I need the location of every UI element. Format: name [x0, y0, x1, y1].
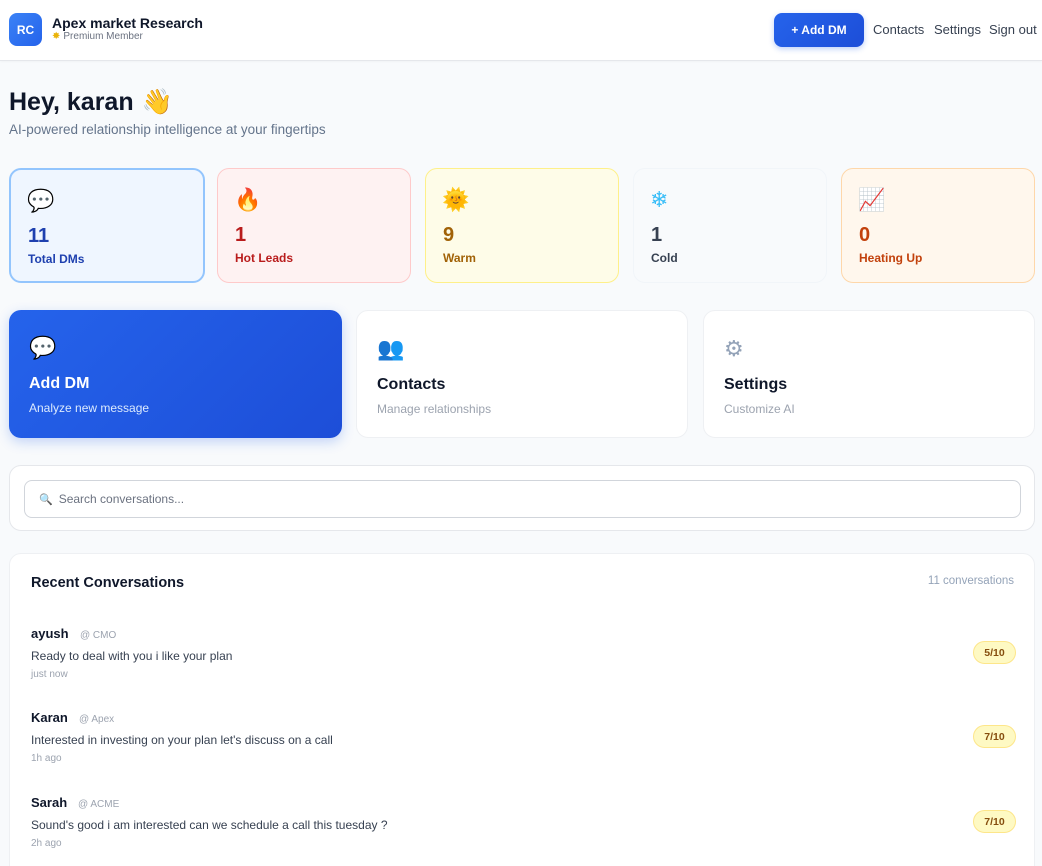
add-dm-action-card[interactable]: 💬 Add DM Analyze new message — [9, 310, 342, 438]
action-subtitle: Analyze new message — [29, 401, 150, 415]
conversation-item[interactable]: Karan @ Apex Interested in investing on … — [31, 710, 1016, 780]
stat-card-total-dms[interactable]: 💬 11 Total DMs — [9, 168, 205, 283]
action-subtitle: Customize AI — [724, 402, 795, 416]
conversation-item[interactable]: ayush @ CMO Ready to deal with you i lik… — [31, 626, 1016, 696]
stat-value: 9 — [443, 224, 455, 246]
search-icon: 🔍 — [39, 493, 53, 506]
message-time: just now — [31, 669, 68, 680]
stat-value: 0 — [859, 224, 871, 246]
star-icon: ✸ — [52, 31, 61, 42]
action-title: Add DM — [29, 375, 90, 392]
sun-icon: 🌞 — [442, 187, 470, 212]
recent-conversations-title: Recent Conversations — [31, 575, 185, 591]
stat-card-warm[interactable]: 🌞 9 Warm — [425, 168, 619, 283]
search-box[interactable]: 🔍 — [24, 480, 1021, 518]
stat-card-heating-up[interactable]: 📈 0 Heating Up — [841, 168, 1035, 283]
greeting-heading: Hey, karan 👋 — [9, 88, 173, 117]
search-card: 🔍 — [9, 465, 1035, 531]
fire-icon: 🔥 — [234, 187, 262, 212]
contacts-action-card[interactable]: 👥 Contacts Manage relationships — [356, 310, 688, 438]
gear-icon: ⚙ — [724, 336, 744, 361]
lead-score-badge: 7/10 — [973, 725, 1016, 748]
top-header: RC Apex market Research ✸ Premium Member… — [0, 0, 1042, 61]
stat-card-hot-leads[interactable]: 🔥 1 Hot Leads — [217, 168, 411, 283]
settings-action-card[interactable]: ⚙ Settings Customize AI — [703, 310, 1035, 438]
speech-bubble-icon: 💬 — [29, 335, 57, 360]
greeting-text: Hey, karan — [9, 88, 134, 116]
action-title: Settings — [724, 376, 788, 393]
action-title: Contacts — [377, 376, 446, 393]
stat-label: Heating Up — [859, 251, 923, 265]
contact-company: @ CMO — [80, 630, 117, 641]
stat-label: Cold — [651, 251, 678, 265]
lead-score-badge: 5/10 — [973, 641, 1016, 664]
message-time: 2h ago — [31, 838, 62, 849]
chart-up-icon: 📈 — [858, 187, 886, 212]
contact-company: @ ACME — [78, 799, 120, 810]
action-subtitle: Manage relationships — [377, 402, 492, 416]
nav-settings-link[interactable]: Settings — [934, 22, 981, 37]
sign-out-link[interactable]: Sign out — [989, 22, 1037, 37]
people-icon: 👥 — [377, 336, 405, 361]
contact-name: Karan — [31, 710, 68, 725]
search-input[interactable] — [58, 492, 959, 506]
message-preview: Interested in investing on your plan let… — [31, 733, 333, 747]
speech-bubble-icon: 💬 — [27, 188, 55, 213]
contact-name: Sarah — [31, 795, 68, 810]
greeting-subtitle: AI-powered relationship intelligence at … — [9, 122, 326, 137]
message-preview: Sound's good i am interested can we sche… — [31, 818, 388, 832]
membership-badge: ✸ Premium Member — [52, 31, 143, 42]
contact-name: ayush — [31, 626, 69, 641]
stat-label: Hot Leads — [235, 251, 294, 265]
message-preview: Ready to deal with you i like your plan — [31, 649, 233, 663]
recent-conversations-card: Recent Conversations 11 conversations ay… — [9, 553, 1035, 866]
nav-contacts-link[interactable]: Contacts — [873, 22, 924, 37]
message-time: 1h ago — [31, 753, 62, 764]
stat-label: Warm — [443, 251, 476, 265]
snowflake-icon: ❄ — [650, 187, 669, 212]
membership-label: Premium Member — [63, 31, 143, 42]
stat-card-cold[interactable]: ❄ 1 Cold — [633, 168, 827, 283]
brand-name: Apex market Research — [52, 15, 203, 31]
stat-label: Total DMs — [28, 252, 85, 266]
waving-hand-icon: 👋 — [141, 88, 173, 116]
stat-value: 1 — [235, 224, 247, 246]
contact-company: @ Apex — [79, 714, 115, 725]
stat-value: 1 — [651, 224, 663, 246]
conversation-count: 11 conversations — [927, 575, 1014, 587]
logo: RC — [9, 13, 42, 46]
add-dm-button[interactable]: + Add DM — [774, 13, 864, 47]
stat-value: 11 — [28, 225, 50, 247]
conversation-item[interactable]: Sarah @ ACME Sound's good i am intereste… — [31, 795, 1016, 865]
lead-score-badge: 7/10 — [973, 810, 1016, 833]
